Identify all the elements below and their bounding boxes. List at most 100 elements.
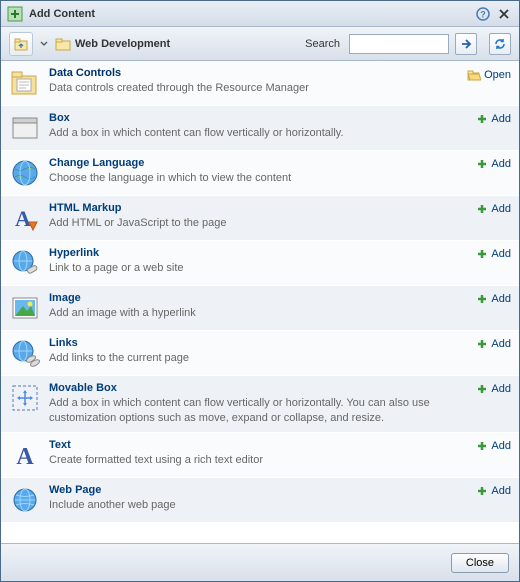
add-label: Add [491, 113, 511, 125]
globe-link-icon [9, 247, 41, 279]
list-item: Web Page Include another web page Add [1, 478, 519, 523]
box-icon [9, 112, 41, 144]
item-body: Data Controls Data controls created throu… [49, 67, 459, 99]
content-list[interactable]: Data Controls Data controls created throu… [1, 61, 519, 543]
add-label: Add [491, 203, 511, 215]
item-desc: Choose the language in which to view the… [49, 171, 468, 186]
close-icon[interactable] [495, 5, 513, 23]
item-title: Box [49, 112, 468, 124]
list-item: Box Add a box in which content can flow v… [1, 106, 519, 151]
item-title: Change Language [49, 157, 468, 169]
item-body: Box Add a box in which content can flow v… [49, 112, 468, 144]
item-body: Web Page Include another web page [49, 484, 468, 516]
item-body: Change Language Choose the language in wh… [49, 157, 468, 189]
add-label: Add [491, 158, 511, 170]
search-input[interactable] [349, 34, 449, 54]
add-label: Add [491, 293, 511, 305]
add-label: Add [491, 383, 511, 395]
item-title: Text [49, 439, 468, 451]
item-desc: Add HTML or JavaScript to the page [49, 216, 468, 231]
search-label: Search [305, 38, 340, 50]
add-link[interactable]: Add [476, 112, 511, 125]
item-desc: Add a box in which content can flow vert… [49, 126, 468, 141]
html-a-icon: A [9, 202, 41, 234]
folder-icon [55, 36, 71, 52]
plus-icon [476, 485, 488, 497]
refresh-button[interactable] [489, 33, 511, 55]
item-desc: Add links to the current page [49, 351, 468, 366]
plus-icon [476, 248, 488, 260]
item-desc: Add an image with a hyperlink [49, 306, 468, 321]
search-go-button[interactable] [455, 33, 477, 55]
plus-icon [476, 440, 488, 452]
text-a-icon: A [9, 439, 41, 471]
list-item: Hyperlink Link to a page or a web site Add [1, 241, 519, 286]
item-desc: Link to a page or a web site [49, 261, 468, 276]
add-link[interactable]: Add [476, 157, 511, 170]
footer: Close [1, 543, 519, 581]
toolbar: Web Development Search [1, 27, 519, 61]
up-level-button[interactable] [9, 32, 33, 56]
breadcrumb-label: Web Development [75, 38, 170, 50]
add-link[interactable]: Add [476, 247, 511, 260]
item-title: HTML Markup [49, 202, 468, 214]
open-label: Open [484, 69, 511, 81]
plus-icon [476, 158, 488, 170]
item-body: Text Create formatted text using a rich t… [49, 439, 468, 471]
folder-docs-icon [9, 67, 41, 99]
list-item: Change Language Choose the language in wh… [1, 151, 519, 196]
item-body: Hyperlink Link to a page or a web site [49, 247, 468, 279]
item-title: Web Page [49, 484, 468, 496]
dialog-title: Add Content [29, 8, 471, 20]
links-icon [9, 337, 41, 369]
item-desc: Create formatted text using a rich text … [49, 453, 468, 468]
add-link[interactable]: Add [476, 484, 511, 497]
add-link[interactable]: Add [476, 382, 511, 395]
webpage-icon [9, 484, 41, 516]
image-icon [9, 292, 41, 324]
plus-icon [476, 203, 488, 215]
plus-icon [476, 338, 488, 350]
add-link[interactable]: Add [476, 202, 511, 215]
add-label: Add [491, 485, 511, 497]
list-item: Movable Box Add a box in which content ca… [1, 376, 519, 433]
close-button[interactable]: Close [451, 553, 509, 573]
add-label: Add [491, 440, 511, 452]
list-item: Links Add links to the current page Add [1, 331, 519, 376]
item-body: Image Add an image with a hyperlink [49, 292, 468, 324]
add-link[interactable]: Add [476, 439, 511, 452]
add-label: Add [491, 338, 511, 350]
plus-icon [476, 293, 488, 305]
item-title: Movable Box [49, 382, 468, 394]
folder-open-icon [467, 68, 481, 82]
item-body: Movable Box Add a box in which content ca… [49, 382, 468, 426]
item-desc: Data controls created through the Resour… [49, 81, 459, 96]
add-label: Add [491, 248, 511, 260]
item-title: Links [49, 337, 468, 349]
help-button[interactable]: ? [474, 5, 492, 23]
list-item: Data Controls Data controls created throu… [1, 61, 519, 106]
item-title[interactable]: Data Controls [49, 67, 459, 79]
open-link[interactable]: Open [467, 67, 511, 82]
svg-text:A: A [15, 206, 31, 231]
svg-text:?: ? [480, 9, 486, 19]
item-body: Links Add links to the current page [49, 337, 468, 369]
item-title: Image [49, 292, 468, 304]
svg-text:A: A [16, 444, 34, 470]
list-item: Image Add an image with a hyperlink Add [1, 286, 519, 331]
globe-icon [9, 157, 41, 189]
up-dropdown[interactable] [39, 41, 49, 47]
item-desc: Include another web page [49, 498, 468, 513]
add-link[interactable]: Add [476, 337, 511, 350]
breadcrumb-folder[interactable]: Web Development [55, 36, 170, 52]
add-content-icon [7, 6, 23, 22]
item-body: HTML Markup Add HTML or JavaScript to the… [49, 202, 468, 234]
titlebar: Add Content ? [1, 1, 519, 27]
plus-icon [476, 113, 488, 125]
item-title: Hyperlink [49, 247, 468, 259]
item-desc: Add a box in which content can flow vert… [49, 396, 468, 426]
list-item: A HTML Markup Add HTML or JavaScript to th… [1, 196, 519, 241]
list-item: A Text Create formatted text using a rich … [1, 433, 519, 478]
add-link[interactable]: Add [476, 292, 511, 305]
plus-icon [476, 383, 488, 395]
